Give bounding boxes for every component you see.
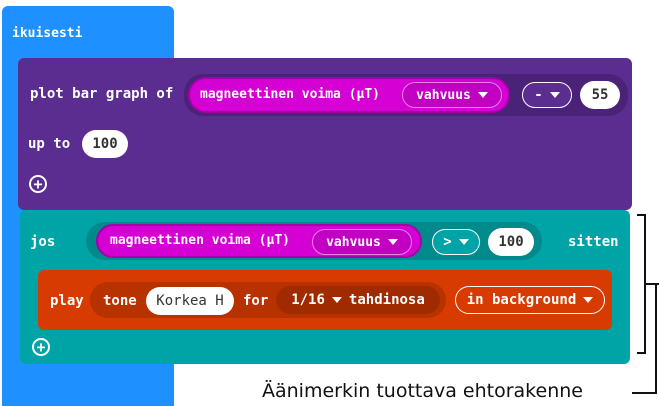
strength-dropdown-value: vahvuus <box>416 87 471 103</box>
magnetic-force-label: magneettinen voima (µT) <box>200 87 381 102</box>
up-to-label: up to <box>28 136 71 152</box>
magnetic-force-label: magneettinen voima (µT) <box>110 233 291 248</box>
strength-dropdown[interactable]: vahvuus <box>402 82 502 108</box>
chevron-down-icon <box>549 92 560 98</box>
strength-dropdown-value: vahvuus <box>326 234 381 250</box>
chevron-down-icon <box>387 239 398 245</box>
background-mode-dropdown[interactable]: in background <box>455 286 605 314</box>
then-label: sitten <box>568 234 619 250</box>
operator-value: - <box>534 87 543 103</box>
comparator-dropdown[interactable]: > <box>432 229 480 255</box>
chevron-down-icon <box>331 297 342 303</box>
strength-dropdown[interactable]: vahvuus <box>312 229 412 255</box>
up-to-input[interactable]: 100 <box>82 130 128 158</box>
annotation-connector <box>655 283 657 393</box>
annotation-label: Äänimerkin tuottava ehtorakenne <box>262 380 583 402</box>
chevron-down-icon <box>458 239 469 245</box>
chevron-down-icon <box>477 92 488 98</box>
operand-input[interactable]: 55 <box>580 81 620 109</box>
comparator-value: > <box>443 234 452 250</box>
background-mode-value: in background <box>466 292 577 308</box>
play-label: play <box>50 293 84 309</box>
duration-dropdown[interactable]: 1/16 tahdinosa <box>276 286 440 314</box>
duration-unit: tahdinosa <box>348 292 425 308</box>
for-label: for <box>243 293 269 309</box>
if-label: jos <box>30 234 56 250</box>
plot-bar-graph-label: plot bar graph of <box>30 86 174 102</box>
tone-label: tone <box>103 293 137 309</box>
operator-dropdown[interactable]: - <box>522 82 572 108</box>
compare-value-input[interactable]: 100 <box>488 228 534 256</box>
annotation-connector <box>632 392 657 394</box>
plus-icon[interactable]: + <box>32 338 50 356</box>
plus-icon[interactable]: + <box>29 175 47 193</box>
chevron-down-icon <box>583 297 594 303</box>
duration-value: 1/16 <box>291 292 325 308</box>
forever-label: ikuisesti <box>12 26 83 41</box>
note-field[interactable]: Korkea H <box>146 287 234 315</box>
